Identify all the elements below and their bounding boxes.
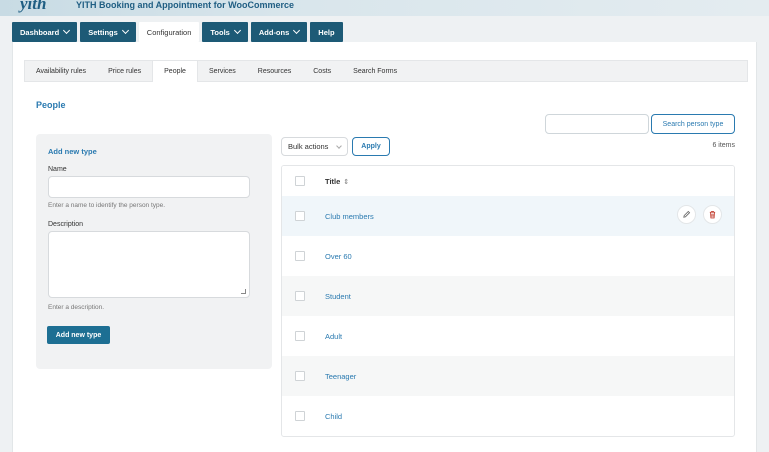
row-title-link[interactable]: Child bbox=[325, 412, 342, 421]
trash-icon[interactable] bbox=[703, 205, 722, 224]
table-row[interactable]: Child bbox=[282, 396, 734, 436]
chevron-down-icon bbox=[336, 143, 342, 149]
table-row[interactable]: Teenager bbox=[282, 356, 734, 396]
row-checkbox[interactable] bbox=[295, 371, 305, 381]
chevron-down-icon bbox=[121, 26, 129, 35]
column-title-header[interactable]: Title ⇕ bbox=[325, 177, 349, 186]
resize-handle-icon[interactable] bbox=[241, 289, 246, 294]
row-title-link[interactable]: Teenager bbox=[325, 372, 356, 381]
row-checkbox[interactable] bbox=[295, 411, 305, 421]
tab-search-forms[interactable]: Search Forms bbox=[342, 61, 408, 81]
row-checkbox[interactable] bbox=[295, 211, 305, 221]
nav-add-ons-label: Add-ons bbox=[258, 27, 290, 37]
panel-title: Add new type bbox=[48, 147, 97, 156]
row-title-link[interactable]: Over 60 bbox=[325, 252, 352, 261]
nav-configuration-label: Configuration bbox=[146, 27, 192, 37]
tab-people[interactable]: People bbox=[152, 61, 198, 82]
table-row[interactable]: Club members bbox=[282, 196, 734, 236]
row-title-link[interactable]: Student bbox=[325, 292, 351, 301]
person-types-table: Title ⇕ Club members Over 60 Student Adul… bbox=[281, 165, 735, 437]
row-title-link[interactable]: Adult bbox=[325, 332, 342, 341]
nav-dashboard-label: Dashboard bbox=[20, 27, 60, 37]
tab-services[interactable]: Services bbox=[198, 61, 247, 81]
row-checkbox[interactable] bbox=[295, 291, 305, 301]
select-all-checkbox[interactable] bbox=[295, 176, 305, 186]
description-label: Description bbox=[48, 221, 84, 228]
row-title-link[interactable]: Club members bbox=[325, 212, 374, 221]
row-checkbox[interactable] bbox=[295, 251, 305, 261]
tab-price-rules[interactable]: Price rules bbox=[97, 61, 152, 81]
sub-tabs: Availability rules Price rules People Se… bbox=[24, 60, 748, 82]
page-title: People bbox=[36, 100, 66, 110]
plugin-title: YITH Booking and Appointment for WooComm… bbox=[76, 0, 294, 10]
nav-settings-label: Settings bbox=[88, 27, 118, 37]
name-hint: Enter a name to identify the person type… bbox=[48, 202, 166, 209]
brand-bar: yith YITH Booking and Appointment for Wo… bbox=[0, 0, 769, 16]
nav-configuration[interactable]: Configuration bbox=[138, 22, 200, 42]
tab-resources[interactable]: Resources bbox=[247, 61, 302, 81]
description-field[interactable] bbox=[48, 231, 250, 298]
name-label: Name bbox=[48, 166, 67, 173]
chevron-down-icon bbox=[293, 26, 301, 35]
table-header: Title ⇕ bbox=[282, 166, 734, 197]
apply-button[interactable]: Apply bbox=[352, 137, 390, 156]
nav-help[interactable]: Help bbox=[310, 22, 343, 42]
sort-icon: ⇕ bbox=[343, 179, 350, 186]
column-title-label: Title bbox=[325, 177, 341, 186]
description-hint: Enter a description. bbox=[48, 304, 105, 311]
nav-tools[interactable]: Tools bbox=[202, 22, 248, 42]
chevron-down-icon bbox=[63, 26, 71, 35]
nav-settings[interactable]: Settings bbox=[80, 22, 136, 42]
tab-costs[interactable]: Costs bbox=[302, 61, 342, 81]
top-nav: Dashboard Settings Configuration Tools A… bbox=[12, 22, 343, 42]
nav-dashboard[interactable]: Dashboard bbox=[12, 22, 78, 42]
bulk-actions-select[interactable]: Bulk actions bbox=[281, 137, 348, 156]
nav-help-label: Help bbox=[318, 27, 335, 37]
nav-tools-label: Tools bbox=[210, 27, 230, 37]
items-count: 6 items bbox=[712, 142, 735, 149]
add-new-type-panel: Add new type Name Enter a name to identi… bbox=[36, 134, 272, 369]
tab-availability-rules[interactable]: Availability rules bbox=[25, 61, 97, 81]
search-input[interactable] bbox=[545, 114, 649, 134]
table-row[interactable]: Over 60 bbox=[282, 236, 734, 276]
name-field[interactable] bbox=[48, 176, 250, 198]
bulk-actions-value: Bulk actions bbox=[288, 142, 329, 151]
table-row[interactable]: Adult bbox=[282, 316, 734, 356]
edit-icon[interactable] bbox=[677, 205, 696, 224]
chevron-down-icon bbox=[233, 26, 241, 35]
nav-add-ons[interactable]: Add-ons bbox=[250, 22, 308, 42]
add-new-type-button[interactable]: Add new type bbox=[47, 326, 110, 344]
yith-logo: yith bbox=[20, 0, 47, 13]
search-person-type-button[interactable]: Search person type bbox=[651, 114, 735, 134]
row-checkbox[interactable] bbox=[295, 331, 305, 341]
table-row[interactable]: Student bbox=[282, 276, 734, 316]
